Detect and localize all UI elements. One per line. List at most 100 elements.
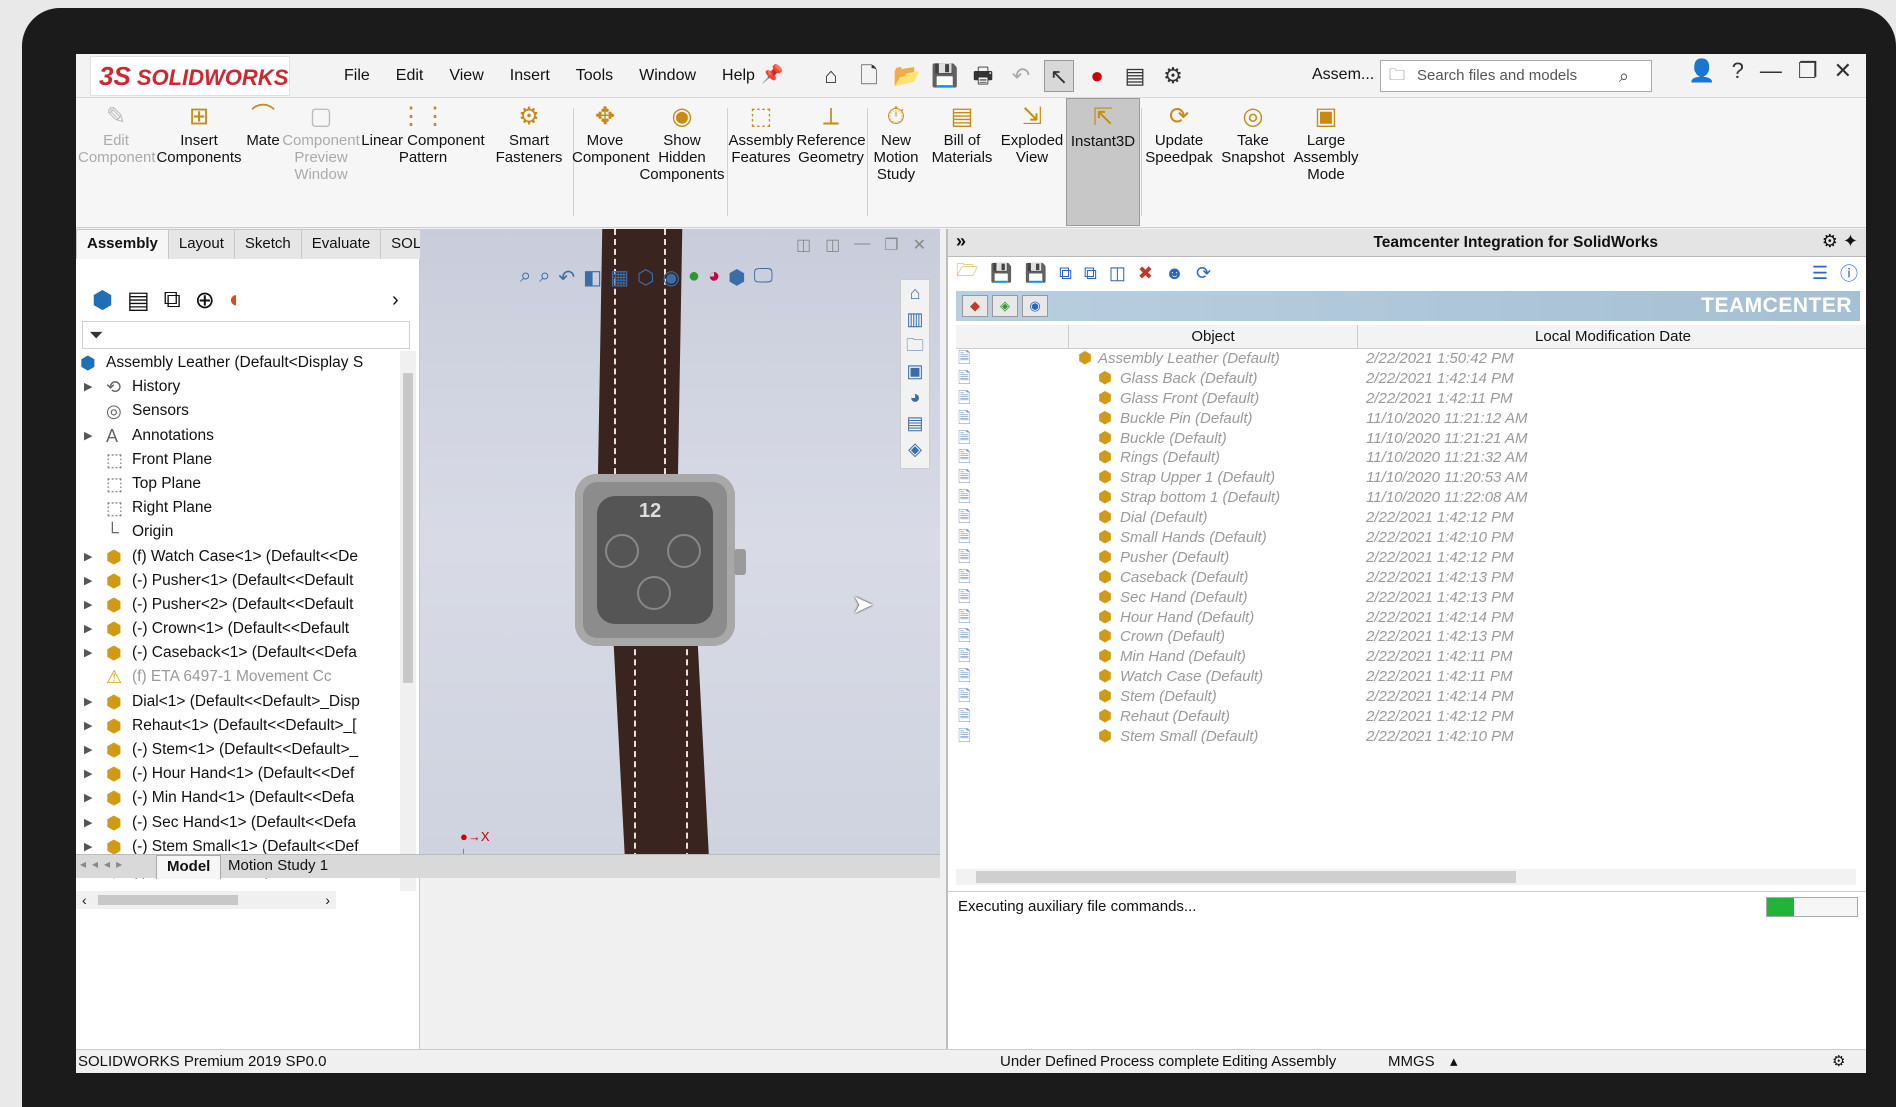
- new-document-icon[interactable]: 🗋: [854, 60, 884, 92]
- expand-icon[interactable]: ▶: [84, 375, 92, 399]
- table-row[interactable]: 🗎 ⬢ Sec Hand (Default) 2/22/2021 1:42:13 PM: [956, 588, 1866, 608]
- expand-icon[interactable]: ▶: [84, 641, 92, 665]
- pin-icon[interactable]: 📌: [761, 64, 783, 85]
- tree-root-assembly[interactable]: ⬢ Assembly Leather (Default<Display S: [76, 351, 400, 375]
- ribbon-assembly-features-button[interactable]: ⬚ Assembly Features: [726, 98, 796, 226]
- tree-item[interactable]: ⬚ Top Plane: [76, 472, 400, 496]
- dynamic-annotation-icon[interactable]: ▦: [610, 265, 629, 290]
- expand-icon[interactable]: ▶: [84, 738, 92, 762]
- graphics-area[interactable]: 12 ⌕ ⌕ ↶ ◧ ▦ ⬡ ◉ ● ◕ ⬢ 🖵 ◫ ◫ — ❐ ✕ ●→X ↓…: [420, 229, 940, 854]
- expand-icon[interactable]: ▶: [84, 424, 92, 448]
- pane-settings-icon[interactable]: ⚙ ✦: [1822, 231, 1858, 252]
- tc-checkout-icon[interactable]: ⧉: [1059, 263, 1072, 284]
- status-options-icon[interactable]: ⚙: [1832, 1050, 1845, 1073]
- ribbon-move-component-button[interactable]: ✥ Move Component: [572, 98, 650, 226]
- table-row[interactable]: 🗎 ⬢ Buckle (Default) 11/10/2020 11:21:21 AM: [956, 429, 1866, 449]
- tab-layout[interactable]: Layout: [167, 229, 235, 259]
- tree-item[interactable]: ◎ Sensors: [76, 399, 400, 423]
- tree-item[interactable]: ▶ ⬢ (f) Watch Case<1> (Default<<De: [76, 545, 400, 569]
- menu-item-edit[interactable]: Edit: [383, 54, 437, 98]
- table-row[interactable]: 🗎 ⬢ Crown (Default) 2/22/2021 1:42:13 PM: [956, 627, 1866, 647]
- table-row[interactable]: 🗎 ⬢ Dial (Default) 2/22/2021 1:42:12 PM: [956, 508, 1866, 528]
- expand-icon[interactable]: ▶: [84, 617, 92, 641]
- viewport-forward-icon[interactable]: ◫: [825, 235, 840, 255]
- search-icon[interactable]: ⌕: [1619, 61, 1629, 91]
- tc-view-options-icon[interactable]: ☰: [1812, 263, 1828, 284]
- ribbon-instant3d-button[interactable]: ⇱ Instant3D: [1066, 98, 1140, 226]
- chevron-right-icon[interactable]: ›: [392, 289, 399, 312]
- tree-item[interactable]: ▶ ⬢ Rehaut<1> (Default<<Default>_[: [76, 714, 400, 738]
- tab-motion-study[interactable]: Motion Study 1: [218, 855, 338, 879]
- table-row[interactable]: 🗎 ⬢ Glass Front (Default) 2/22/2021 1:42:11…: [956, 389, 1866, 409]
- tree-item[interactable]: ▶ ⬢ (-) Crown<1> (Default<<Default: [76, 617, 400, 641]
- expand-icon[interactable]: ▶: [84, 545, 92, 569]
- design-library-icon[interactable]: ▥: [901, 306, 929, 332]
- table-row[interactable]: 🗎 ⬢ Rehaut (Default) 2/22/2021 1:42:12 PM: [956, 707, 1866, 727]
- solidworks-logo[interactable]: 3S SOLIDWORKS: [90, 56, 290, 96]
- viewport-minimize-icon[interactable]: —: [854, 235, 870, 255]
- minimize-icon[interactable]: —: [1760, 58, 1782, 84]
- unit-system[interactable]: MMGS: [1388, 1050, 1435, 1073]
- apply-scene-icon[interactable]: ⬢: [728, 265, 745, 290]
- tab-assembly[interactable]: Assembly: [76, 229, 169, 259]
- menu-item-window[interactable]: Window: [626, 54, 709, 98]
- menu-item-tools[interactable]: Tools: [563, 54, 626, 98]
- expand-icon[interactable]: ▶: [84, 690, 92, 714]
- tree-item[interactable]: ⬚ Right Plane: [76, 496, 400, 520]
- tree-item[interactable]: ▶ ⬢ (-) Pusher<2> (Default<<Default: [76, 593, 400, 617]
- hide-show-icon[interactable]: ●: [688, 265, 700, 290]
- ribbon-mate-button[interactable]: ⌒ Mate: [244, 98, 282, 226]
- tree-item[interactable]: ▶ ⬢ (-) Caseback<1> (Default<<Defa: [76, 641, 400, 665]
- tc-cancel-icon[interactable]: ✖: [1138, 263, 1153, 284]
- menu-item-view[interactable]: View: [436, 54, 496, 98]
- undo-icon[interactable]: ↶: [1006, 60, 1036, 92]
- watch-case[interactable]: 12: [575, 474, 735, 646]
- ribbon-motion-study-button[interactable]: ⏱ New Motion Study: [866, 98, 926, 226]
- tab-sketch[interactable]: Sketch: [233, 229, 302, 259]
- expand-icon[interactable]: ▶: [84, 786, 92, 810]
- zoom-to-fit-icon[interactable]: ⌕: [520, 265, 531, 290]
- tree-item[interactable]: ▶ ⬢ (-) Hour Hand<1> (Default<<Def: [76, 762, 400, 786]
- property-manager-icon[interactable]: ▤: [127, 286, 150, 315]
- save-icon[interactable]: 💾: [930, 60, 960, 92]
- ribbon-snapshot-button[interactable]: ◎ Take Snapshot: [1218, 98, 1288, 226]
- tc-tab-search-icon[interactable]: ◉: [1022, 295, 1048, 317]
- tab-evaluate[interactable]: Evaluate: [300, 229, 382, 259]
- appearances-icon[interactable]: ◕: [901, 384, 929, 410]
- menu-item-help[interactable]: Help: [709, 54, 768, 98]
- edit-appearance-icon[interactable]: ◕: [708, 265, 720, 290]
- custom-properties-icon[interactable]: ▤: [901, 410, 929, 436]
- table-row[interactable]: 🗎 ⬢ Watch Case (Default) 2/22/2021 1:42:11 …: [956, 667, 1866, 687]
- tc-help-icon[interactable]: ⓘ: [1840, 260, 1858, 286]
- ribbon-preview-window-button[interactable]: ▢ Component Preview Window: [282, 98, 360, 226]
- ribbon-speedpak-button[interactable]: ⟳ Update Speedpak: [1140, 98, 1218, 226]
- display-style-icon[interactable]: ◉: [662, 265, 679, 290]
- view-settings-icon[interactable]: 🖵: [754, 265, 773, 290]
- column-modification-date[interactable]: Local Modification Date: [1358, 325, 1866, 349]
- expand-icon[interactable]: ▶: [84, 762, 92, 786]
- table-row[interactable]: 🗎 ⬢ Stem (Default) 2/22/2021 1:42:14 PM: [956, 687, 1866, 707]
- traffic-light-icon[interactable]: ●: [1082, 60, 1112, 92]
- menu-item-insert[interactable]: Insert: [497, 54, 563, 98]
- tc-compare-icon[interactable]: ◫: [1109, 263, 1126, 284]
- table-row[interactable]: 🗎 ⬢ Rings (Default) 11/10/2020 11:21:32 AM: [956, 448, 1866, 468]
- tc-user-icon[interactable]: ☻: [1165, 263, 1184, 284]
- ribbon-edit-component-button[interactable]: ✎ Edit Component: [78, 98, 156, 226]
- table-row[interactable]: 🗎 ⬢ Assembly Leather (Default) 2/22/2021 1:…: [956, 349, 1866, 369]
- table-row[interactable]: 🗎 ⬢ Pusher (Default) 2/22/2021 1:42:12 PM: [956, 548, 1866, 568]
- tc-open-icon[interactable]: 🗁: [956, 258, 978, 288]
- tree-vertical-scrollbar[interactable]: [400, 351, 416, 891]
- view-orientation-icon[interactable]: ⬡: [637, 265, 654, 290]
- ribbon-linear-pattern-button[interactable]: ⋮⋮ Linear Component Pattern: [360, 98, 486, 226]
- table-row[interactable]: 🗎 ⬢ Stem Small (Default) 2/22/2021 1:42:10 …: [956, 727, 1866, 747]
- tc-tab-part-icon[interactable]: ◆: [962, 295, 988, 317]
- table-row[interactable]: 🗎 ⬢ Strap bottom 1 (Default) 11/10/2020 11:…: [956, 488, 1866, 508]
- ribbon-show-hidden-button[interactable]: ◉ Show Hidden Components: [638, 98, 726, 226]
- ribbon-reference-geometry-button[interactable]: ⟂ Reference Geometry: [796, 98, 866, 226]
- tree-item[interactable]: └ Origin: [76, 520, 400, 544]
- configuration-manager-icon[interactable]: ⧉: [164, 286, 181, 314]
- file-properties-icon[interactable]: ▤: [1120, 60, 1150, 92]
- expand-icon[interactable]: ▶: [84, 569, 92, 593]
- table-row[interactable]: 🗎 ⬢ Small Hands (Default) 2/22/2021 1:42:10…: [956, 528, 1866, 548]
- expand-icon[interactable]: ▶: [84, 811, 92, 835]
